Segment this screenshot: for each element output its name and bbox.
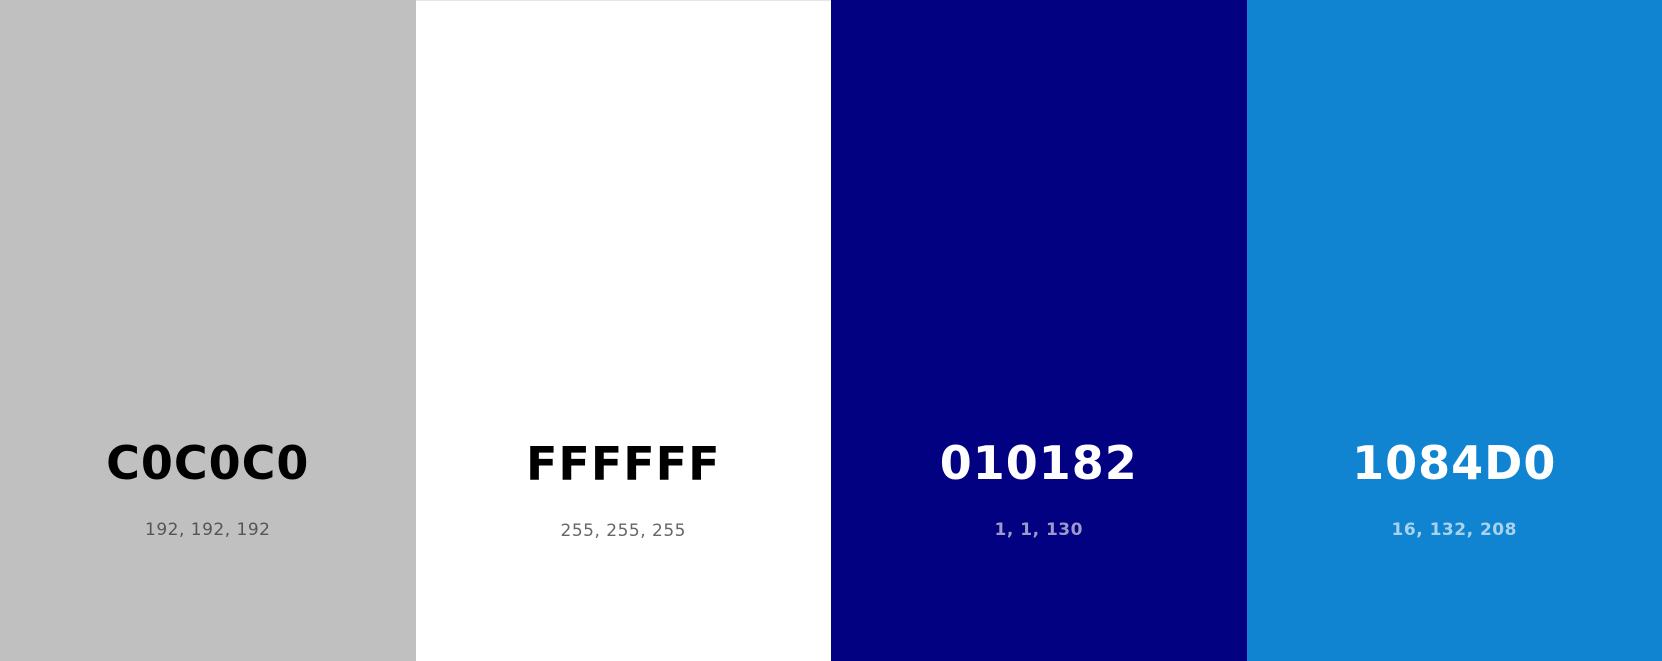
swatch-hex-code: C0C0C0	[106, 436, 310, 490]
swatch-rgb-value: 16, 132, 208	[1391, 520, 1517, 540]
swatch-rgb-value: 255, 255, 255	[560, 521, 686, 541]
swatch-010182[interactable]: 010182 1, 1, 130	[831, 0, 1247, 661]
color-palette: C0C0C0 192, 192, 192 FFFFFF 255, 255, 25…	[0, 0, 1662, 661]
swatch-hex-code: FFFFFF	[525, 437, 721, 491]
swatch-c0c0c0[interactable]: C0C0C0 192, 192, 192	[0, 0, 416, 661]
swatch-hex-code: 010182	[939, 436, 1138, 490]
swatch-hex-code: 1084D0	[1352, 436, 1557, 490]
swatch-ffffff[interactable]: FFFFFF 255, 255, 255	[415, 0, 831, 661]
swatch-rgb-value: 192, 192, 192	[145, 520, 271, 540]
swatch-rgb-value: 1, 1, 130	[994, 520, 1083, 540]
swatch-1084d0[interactable]: 1084D0 16, 132, 208	[1246, 0, 1662, 661]
